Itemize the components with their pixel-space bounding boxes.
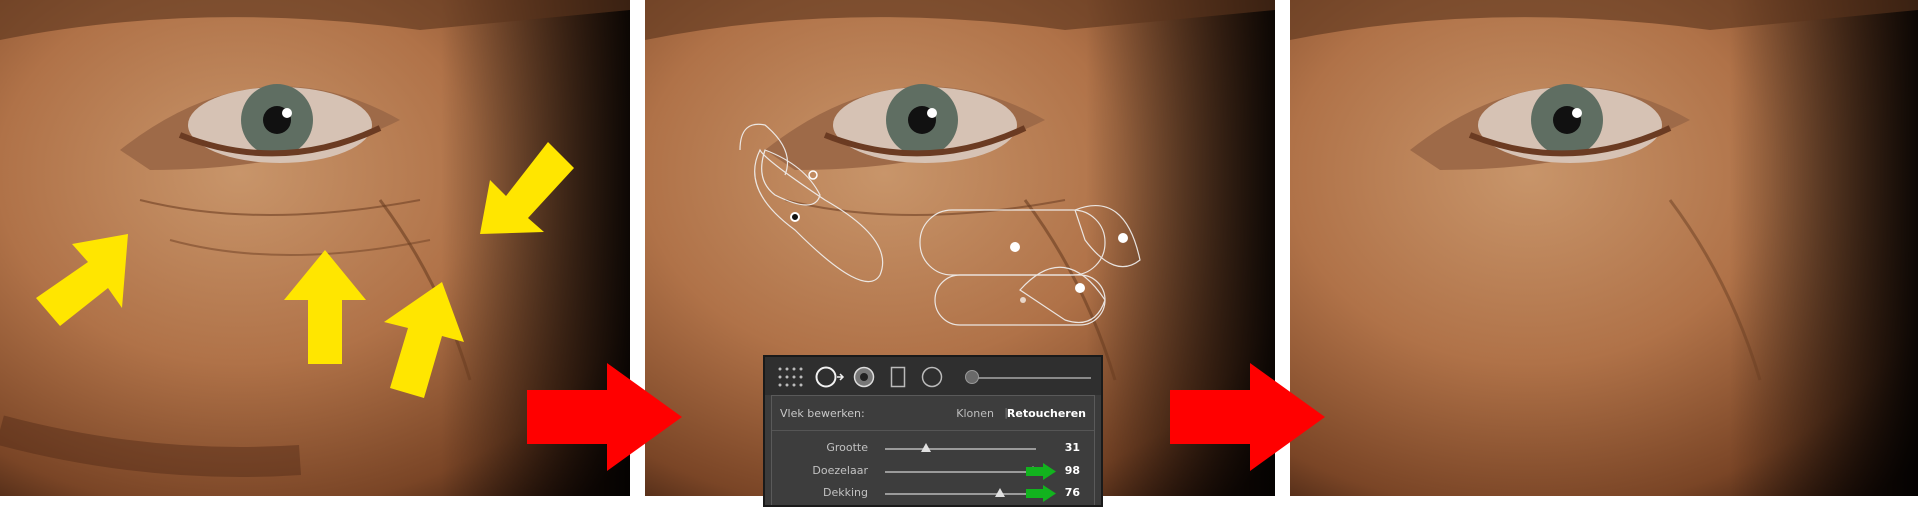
yellow-arrow-icon — [480, 142, 574, 234]
tool-strip — [765, 357, 1101, 395]
after-photo — [1290, 0, 1918, 496]
yellow-arrow-icon — [384, 282, 464, 398]
grid-dots-icon[interactable] — [777, 366, 803, 388]
size-slider-icon[interactable] — [965, 370, 979, 384]
yellow-arrow-icon — [36, 234, 128, 326]
yellow-arrow-icon — [284, 250, 366, 364]
size-slider-row: Grootte 31 — [772, 440, 1094, 456]
clone-mode-button[interactable]: Klonen — [956, 407, 994, 420]
size-slider-handle[interactable] — [920, 443, 931, 452]
green-arrow-icon — [1026, 485, 1056, 502]
spot-removal-panel: Vlek bewerken: Klonen | Retoucheren Groo… — [763, 355, 1103, 507]
opacity-slider-row: Dekking 76 — [772, 485, 1094, 502]
size-value[interactable]: 31 — [1065, 441, 1080, 454]
rectangle-mask-icon[interactable] — [890, 366, 906, 388]
edit-mode-row: Vlek bewerken: Klonen | Retoucheren — [780, 406, 1086, 421]
feather-label: Doezelaar — [812, 464, 868, 477]
size-slider-track[interactable] — [975, 377, 1091, 379]
feather-value[interactable]: 98 — [1065, 464, 1080, 477]
size-slider[interactable] — [885, 448, 1036, 450]
after-photo-panel — [1290, 0, 1918, 496]
size-label: Grootte — [826, 441, 868, 454]
opacity-value[interactable]: 76 — [1065, 486, 1080, 499]
edit-spot-label: Vlek bewerken: — [780, 407, 865, 420]
spot-edit-section: Vlek bewerken: Klonen | Retoucheren Groo… — [771, 395, 1095, 505]
red-arrow-icon — [527, 363, 682, 471]
panel-divider — [772, 430, 1094, 431]
heal-mode-button[interactable]: Retoucheren — [1007, 407, 1086, 420]
green-arrow-icon — [1026, 463, 1056, 480]
feather-slider-row: Doezelaar 98 — [772, 463, 1094, 480]
opacity-slider[interactable] — [885, 493, 1036, 495]
spot-tool-icon[interactable] — [815, 366, 845, 388]
red-arrow-icon — [1170, 363, 1325, 471]
opacity-label: Dekking — [823, 486, 868, 499]
opacity-slider-handle[interactable] — [994, 488, 1005, 497]
circle-mask-icon[interactable] — [921, 366, 945, 388]
feather-slider[interactable] — [885, 471, 1036, 473]
heal-brush-icon[interactable] — [853, 366, 877, 388]
